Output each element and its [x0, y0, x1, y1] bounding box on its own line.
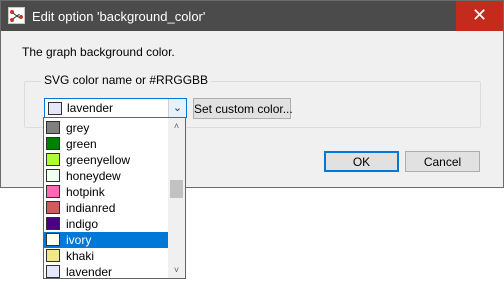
selected-color-swatch — [48, 102, 62, 115]
color-swatch — [46, 185, 60, 198]
dropdown-item-ivory[interactable]: ivory — [44, 232, 168, 248]
dropdown-item-lavender[interactable]: lavender — [44, 264, 168, 279]
dropdown-item-label: greenyellow — [66, 153, 131, 167]
color-swatch — [46, 169, 60, 182]
cancel-button[interactable]: Cancel — [405, 151, 480, 172]
color-swatch — [46, 153, 60, 166]
dropdown-item-hotpink[interactable]: hotpink — [44, 184, 168, 200]
color-swatch — [46, 249, 60, 262]
color-swatch — [46, 233, 60, 246]
color-swatch — [46, 201, 60, 214]
scroll-down-icon[interactable]: ˅ — [168, 262, 185, 278]
dropdown-item-label: khaki — [66, 249, 95, 263]
dropdown-item-label: green — [66, 137, 97, 151]
dropdown-item-label: honeydew — [66, 169, 121, 183]
dropdown-item-honeydew[interactable]: honeydew — [44, 168, 168, 184]
scroll-up-icon[interactable]: ˄ — [168, 118, 185, 134]
color-combobox-value: lavender — [67, 101, 114, 115]
option-description: The graph background color. — [22, 45, 175, 59]
dropdown-item-label: grey — [66, 121, 90, 135]
dropdown-item-label: indianred — [66, 201, 116, 215]
window-title: Edit option 'background_color' — [32, 9, 206, 24]
scroll-thumb[interactable] — [170, 180, 183, 198]
graph-app-icon — [8, 7, 25, 24]
color-swatch — [46, 265, 60, 278]
dropdown-item-khaki[interactable]: khaki — [44, 248, 168, 264]
set-custom-color-button[interactable]: Set custom color... — [193, 98, 293, 119]
chevron-down-icon[interactable]: ⌄ — [168, 99, 186, 117]
dropdown-item-greenyellow[interactable]: greenyellow — [44, 152, 168, 168]
dropdown-item-indigo[interactable]: indigo — [44, 216, 168, 232]
dropdown-item-green[interactable]: green — [44, 136, 168, 152]
dropdown-item-label: hotpink — [66, 185, 105, 199]
dropdown-item-label: indigo — [66, 217, 99, 231]
ok-button[interactable]: OK — [324, 151, 399, 172]
dropdown-item-label: lavender — [66, 265, 113, 279]
close-button[interactable]: ✕ — [456, 1, 503, 31]
color-combobox[interactable]: lavender ⌄ — [44, 98, 187, 118]
color-swatch — [46, 121, 60, 134]
dropdown-item-grey[interactable]: grey — [44, 120, 168, 136]
color-swatch — [46, 137, 60, 150]
close-icon: ✕ — [471, 5, 488, 25]
dropdown-scrollbar[interactable]: ˄ ˅ — [168, 118, 185, 278]
color-swatch — [46, 217, 60, 230]
title-bar[interactable]: Edit option 'background_color' ✕ — [1, 1, 503, 31]
color-dropdown-list[interactable]: grey green greenyellow honeydew hotpink india… — [43, 117, 186, 279]
dropdown-item-indianred[interactable]: indianred — [44, 200, 168, 216]
dropdown-item-label: ivory — [66, 233, 92, 247]
color-group-label: SVG color name or #RRGGBB — [41, 73, 212, 87]
